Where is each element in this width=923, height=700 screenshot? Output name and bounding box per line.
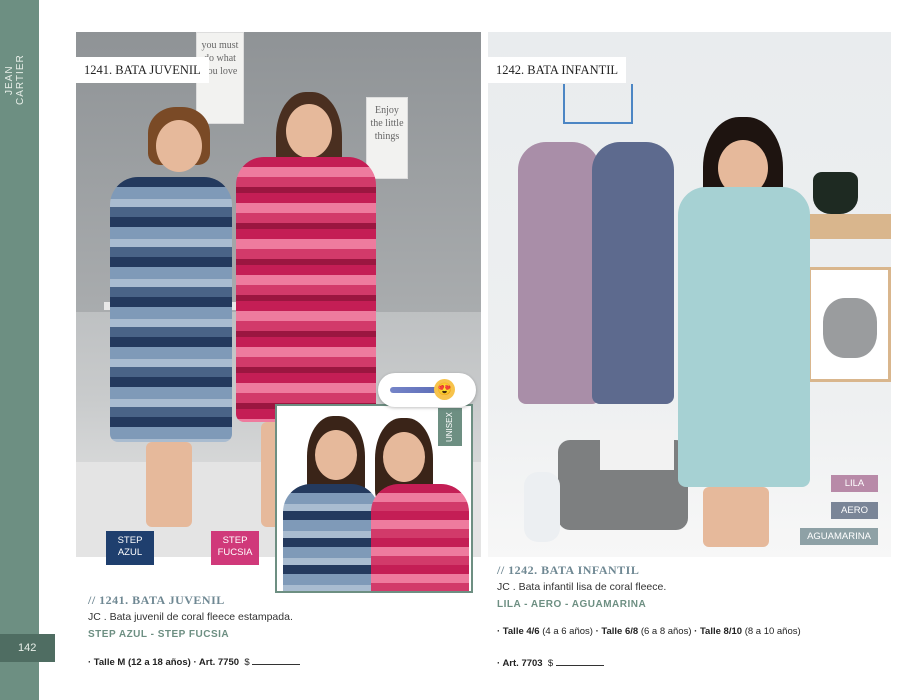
size-label-8-10: · Talle 8/10 (694, 626, 743, 637)
heart-eyes-emoji-icon: 😍 (434, 379, 455, 400)
bunny-toy (524, 472, 560, 542)
boy-legs (146, 442, 192, 527)
sidebar: JEAN CARTIER (0, 0, 39, 700)
boy-robe-step-azul (110, 177, 232, 442)
photo-title-infantil: 1242. BATA INFANTIL (488, 57, 627, 83)
photo-title-juvenil: 1241. BATA JUVENIL (76, 57, 209, 83)
inset-kid1-face (315, 430, 357, 480)
section-title-juvenil: // 1241. BATA JUVENIL (88, 593, 225, 607)
colors-juvenil: STEP AZUL - STEP FUCSIA (88, 629, 230, 640)
page-number: 142 (0, 634, 55, 662)
tag-lila: LILA (831, 475, 878, 492)
wall-sign-2: Enjoy the little things (366, 97, 408, 179)
description-juvenil: JC . Bata juvenil de coral fleece estamp… (88, 611, 293, 623)
girl-robe-step-fucsia (236, 157, 376, 422)
art-label-7703: · Art. 7703 (497, 658, 543, 669)
size-range-8-10: (8 a 10 años) (744, 626, 801, 637)
towel-in-basket (600, 430, 674, 470)
girl-face (286, 104, 332, 158)
reaction-bubble: 😍 (378, 373, 476, 407)
robe-aguamarina (678, 187, 810, 487)
description-infantil: JC . Bata infantil lisa de coral fleece. (497, 581, 667, 593)
price-blank-infantil (555, 657, 604, 666)
sizes-juvenil: · Talle M (12 a 18 años) · Art. 7750 $ (88, 656, 301, 668)
brand-label: JEAN CARTIER (4, 54, 26, 106)
colors-infantil: LILA - AERO - AGUAMARINA (497, 599, 647, 610)
label-step-azul: STEP AZUL (106, 531, 154, 565)
label-step-fucsia: STEP FUCSIA (211, 531, 259, 565)
size-label-m: · Talle M (88, 657, 126, 668)
art-line-infantil: · Art. 7703 $ (497, 657, 604, 669)
unisex-badge: UNISEX (438, 408, 462, 446)
size-range-6-8: (6 a 8 años) (640, 626, 692, 637)
robe-aero (592, 142, 674, 404)
size-label-4-6: · Talle 4/6 (497, 626, 540, 637)
tag-aguamarina: AGUAMARINA (800, 528, 878, 545)
size-range-4-6: (4 a 6 años) (542, 626, 593, 637)
inset-robe-azul (283, 484, 379, 591)
inset-robe-fucsia (371, 484, 469, 591)
hippo-frame (808, 267, 891, 382)
art-label-7750: · Art. 7750 (193, 657, 240, 668)
size-label-6-8: · Talle 6/8 (595, 626, 639, 637)
boy-face (156, 120, 202, 172)
dragon-decor (813, 172, 858, 214)
sizes-infantil: · Talle 4/6 (4 a 6 años) · Talle 6/8 (6 … (497, 626, 801, 637)
price-symbol-infantil: $ (547, 658, 554, 669)
hippo-icon (823, 298, 877, 358)
girl-infantil-legs (703, 487, 769, 547)
wall-shelf (808, 214, 891, 239)
robe-lila (518, 142, 600, 404)
section-title-infantil: // 1242. BATA INFANTIL (497, 563, 640, 577)
inset-kid2-face (383, 432, 425, 482)
tag-aero: AERO (831, 502, 878, 519)
price-symbol-juvenil: $ (244, 657, 250, 668)
size-range-m: (12 a 18 años) (127, 657, 191, 668)
price-blank-juvenil (252, 656, 301, 665)
whale-hanger (563, 84, 633, 124)
